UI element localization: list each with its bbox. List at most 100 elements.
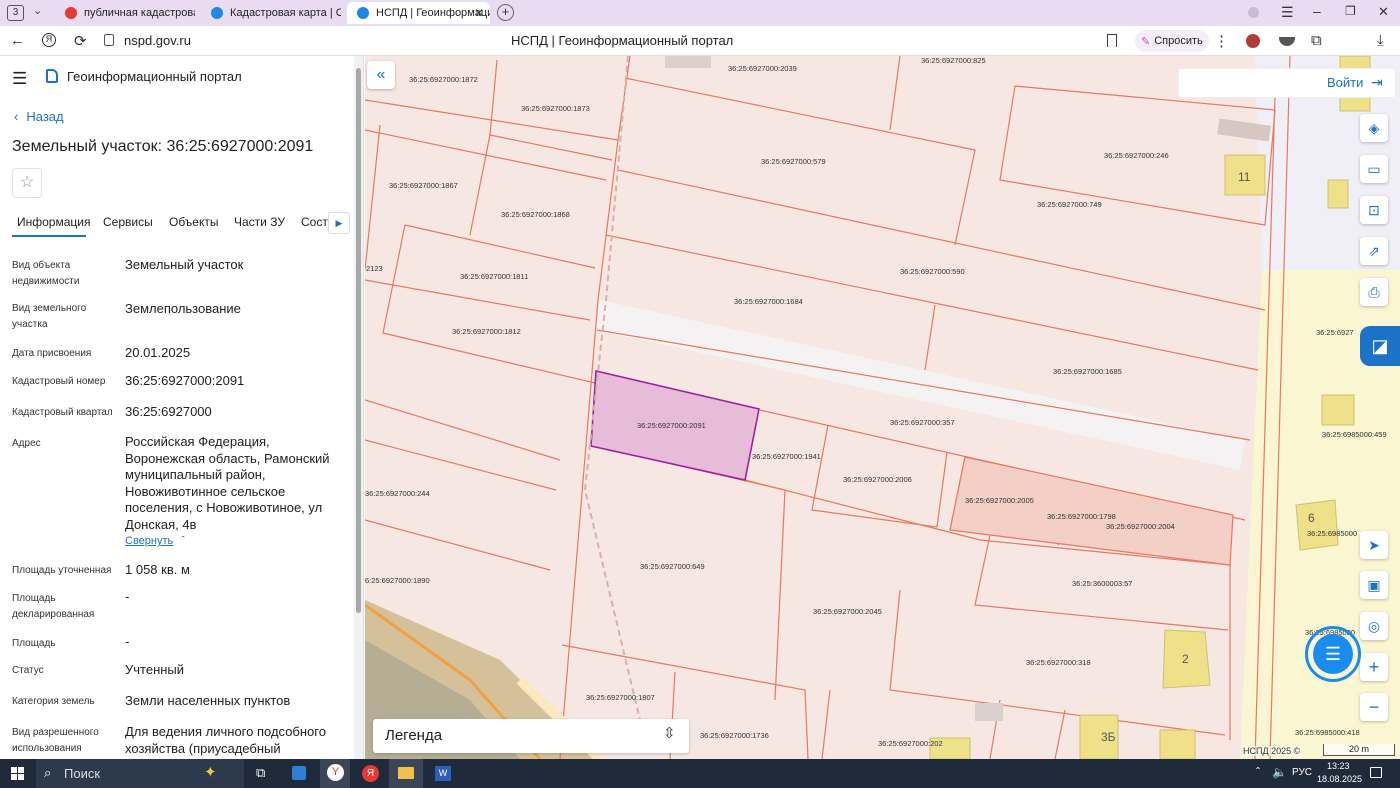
bookmark-icon[interactable]	[1107, 34, 1117, 47]
field-label: Вид земельного участка	[12, 303, 87, 330]
minimize-icon[interactable]: –	[1313, 3, 1321, 19]
favorite-star-button[interactable]: ☆	[12, 168, 42, 198]
legend-bar[interactable]: Легенда ⇳	[373, 719, 689, 753]
tray-chevron-up-icon[interactable]: ˆ	[1256, 765, 1260, 779]
chat-bubble-button[interactable]: ☰	[1305, 626, 1361, 682]
locate-button[interactable]: ➤	[1360, 531, 1388, 559]
scale-bar: 20 m	[1323, 744, 1395, 756]
login-button[interactable]: Войти	[1327, 75, 1363, 90]
zoom-out-button[interactable]: −	[1360, 693, 1388, 721]
parcel-label: 36:25:6927000:1684	[734, 297, 803, 306]
parcel-label: 36:25:6927000:246	[1104, 151, 1169, 160]
field-value: Земельный участок	[125, 257, 244, 272]
parcel-label: 36:25:6927	[1316, 328, 1354, 337]
extension-icon[interactable]	[1279, 37, 1295, 46]
store-icon[interactable]	[292, 766, 306, 780]
map-canvas[interactable]: 36:25:6927000:2039 36:25:6927000:825 36:25…	[365, 56, 1400, 759]
field-label: Вид объекта недвижимости	[12, 260, 80, 287]
download-icon[interactable]: ⤓	[1377, 32, 1384, 49]
back-link[interactable]: ‹ Назад	[14, 109, 64, 124]
collapse-panel-button[interactable]: «	[367, 61, 395, 89]
sidebar-scrollbar[interactable]	[354, 56, 363, 759]
close-tab-icon[interactable]: ✕	[474, 6, 484, 20]
layers-button[interactable]: ◈	[1360, 114, 1388, 142]
tab-information[interactable]: Информация	[17, 215, 90, 229]
field-label: Вид разрешенного использования	[12, 727, 99, 754]
field-label: Статус	[12, 665, 44, 676]
tab-item[interactable]: Кадастровая карта | Серв	[201, 2, 341, 24]
field-value: Для ведения личного подсобного хозяйства…	[125, 724, 326, 759]
portal-logo-icon	[46, 69, 58, 83]
minimap-button[interactable]: ▣	[1360, 571, 1388, 599]
parcel-label: 36:25:6927000:2004	[1106, 522, 1175, 531]
tab-objects[interactable]: Объекты	[169, 215, 219, 229]
copyright-text: НСПД 2025 ©	[1243, 746, 1301, 756]
close-window-icon[interactable]: ✕	[1378, 4, 1389, 20]
tab-active-underline	[12, 235, 86, 237]
windows-taskbar: ⌕ Поиск ✦ ⧉ Y Я W ˆ 🔈 РУС 13:23 18.08.20…	[0, 759, 1400, 788]
login-icon[interactable]: ⇥	[1371, 74, 1383, 91]
assistant-chat-icon[interactable]: ◪	[1360, 326, 1400, 366]
tab-counter[interactable]: 3	[7, 5, 24, 21]
parcel-label: 36:25:6927000:2091	[637, 421, 706, 430]
ruler-button[interactable]: ▭	[1360, 155, 1388, 183]
tabs-scroll-right-button[interactable]: ▶	[328, 212, 350, 234]
extension-icon[interactable]	[1246, 34, 1260, 48]
parcel-label: 36:25:6927000:318	[1026, 658, 1091, 667]
parcel-label: 36:25:6927000:357	[890, 418, 955, 427]
tabs-menu-chevron-icon[interactable]: ⌄	[33, 4, 42, 17]
info-tabs: Информация Сервисы Объекты Части ЗУ Сост…	[0, 206, 350, 238]
field-label: Дата присвоения	[12, 348, 92, 359]
task-view-icon[interactable]: ⧉	[256, 765, 265, 781]
clock-date[interactable]: 18.08.2025	[1317, 774, 1362, 784]
sparkle-icon: ✎	[1141, 35, 1151, 48]
expand-updown-icon[interactable]: ⇳	[663, 724, 676, 742]
yandex-browser-taskbar-icon[interactable]: Y	[320, 759, 350, 788]
lock-icon	[104, 34, 114, 46]
field-value: 36:25:6927000	[125, 404, 212, 419]
hamburger-menu-icon[interactable]: ☰	[12, 69, 27, 89]
profile-icon[interactable]	[1248, 7, 1259, 18]
parcel-label: 36:25:6985000	[1307, 529, 1357, 538]
yandex-taskbar-icon[interactable]: Я	[362, 765, 379, 782]
menu-icon[interactable]: ☰	[1281, 4, 1294, 21]
area-select-button[interactable]: ⊡	[1360, 196, 1388, 224]
volume-icon[interactable]: 🔈	[1272, 765, 1287, 779]
file-explorer-icon[interactable]	[389, 759, 423, 788]
clock-time[interactable]: 13:23	[1327, 761, 1350, 771]
language-indicator[interactable]: РУС	[1292, 767, 1312, 778]
back-arrow-icon[interactable]: ←	[10, 32, 25, 49]
tab-composition[interactable]: Соста	[301, 215, 331, 229]
word-icon[interactable]: W	[435, 766, 451, 781]
windows-start-icon[interactable]	[11, 767, 24, 780]
tab-parts[interactable]: Части ЗУ	[234, 215, 285, 229]
sparkle-icon: ✦	[204, 764, 217, 781]
yandex-browser-icon[interactable]: Я	[42, 33, 56, 47]
share-button[interactable]: ⇗	[1360, 237, 1388, 265]
collapse-link[interactable]: Свернуть ˆ	[125, 535, 185, 547]
notification-icon[interactable]	[1370, 767, 1382, 778]
print-button[interactable]: ⎙	[1360, 278, 1388, 306]
restore-icon[interactable]: ❐	[1345, 4, 1356, 18]
collections-icon[interactable]: ⧉	[1311, 32, 1322, 49]
tab-item-active[interactable]: НСПД | Геоинформацио ✕	[347, 2, 490, 24]
parcel-label: 36:25:6927000:2039	[728, 64, 797, 73]
zoom-in-button[interactable]: +	[1360, 653, 1388, 681]
field-value: -	[125, 634, 130, 649]
geo-search-button[interactable]: ◎	[1360, 612, 1388, 640]
page-title-text: НСПД | Геоинформационный портал	[511, 33, 734, 48]
tab-services[interactable]: Сервисы	[103, 215, 153, 229]
taskbar-search[interactable]: ⌕ Поиск ✦	[36, 759, 244, 788]
parcel-label: 36:25:3600003:57	[1072, 579, 1132, 588]
more-vert-icon[interactable]: ⋮	[1214, 32, 1229, 50]
parcel-label: 36:25:6927000:1941	[752, 452, 821, 461]
ask-button[interactable]: ✎ Спросить	[1135, 30, 1209, 52]
new-tab-button[interactable]: +	[497, 4, 514, 21]
field-value: 1 058 кв. м	[125, 562, 190, 577]
reload-icon[interactable]: ⟳	[74, 32, 87, 50]
cadastral-map[interactable]: 36:25:6927000:2039 36:25:6927000:825 36:25…	[365, 56, 1400, 759]
tab-item[interactable]: публичная кадастровая к	[55, 2, 195, 24]
parcel-label: 36:25:6927000:202	[878, 739, 943, 748]
url-text[interactable]: nspd.gov.ru	[124, 33, 191, 48]
scrollbar-thumb[interactable]	[356, 68, 361, 613]
